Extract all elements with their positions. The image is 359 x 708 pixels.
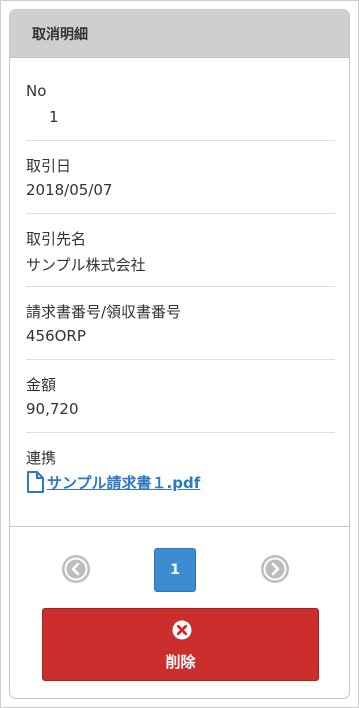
card-title: 取消明細: [32, 26, 88, 43]
detail-fields: No 1 取引日 2018/05/07 取引先名 サンプル株式会社 請求書番号/…: [26, 68, 335, 506]
field-transaction-date: 取引日 2018/05/07: [26, 141, 335, 214]
field-link: 連携 サンプル請求書１.pdf: [26, 433, 335, 506]
field-label-partner-name: 取引先名: [26, 230, 87, 248]
chevron-right-circle-icon: [261, 555, 289, 583]
card-header: 取消明細: [10, 10, 349, 58]
attached-file-name[interactable]: サンプル請求書１.pdf: [47, 472, 200, 493]
file-icon: [27, 471, 44, 493]
field-no: No 1: [26, 68, 335, 141]
chevron-left-circle-icon: [62, 555, 90, 583]
detail-card: 取消明細 No 1 取引日 2018/05/07 取引先名 サンプル株式会社 請…: [9, 9, 350, 699]
page-number-label: 1: [170, 562, 180, 578]
delete-button[interactable]: 削除: [42, 608, 319, 681]
screen-frame: 取消明細 No 1 取引日 2018/05/07 取引先名 サンプル株式会社 請…: [0, 0, 359, 708]
attached-file-link[interactable]: サンプル請求書１.pdf: [26, 471, 200, 493]
field-label-link: 連携: [26, 449, 57, 467]
field-amount: 金額 90,720: [26, 360, 335, 433]
field-value-amount: 90,720: [26, 400, 79, 418]
field-label-transaction-date: 取引日: [26, 157, 72, 175]
pager-prev-button[interactable]: [61, 554, 91, 584]
field-label-no: No: [26, 82, 47, 100]
field-partner-name: 取引先名 サンプル株式会社: [26, 214, 335, 287]
field-value-no: 1: [49, 108, 59, 126]
field-label-amount: 金額: [26, 376, 57, 394]
page-number-button[interactable]: 1: [154, 548, 196, 592]
field-label-invoice-number: 請求書番号/領収書番号: [26, 303, 182, 321]
pager-next-button[interactable]: [260, 554, 290, 584]
field-value-invoice-number: 456ORP: [26, 327, 86, 345]
delete-button-label: 削除: [165, 653, 196, 671]
field-value-partner-name: サンプル株式会社: [26, 256, 146, 274]
close-circle-icon: [172, 620, 192, 640]
field-value-transaction-date: 2018/05/07: [26, 181, 113, 199]
card-footer: 1 削除: [10, 526, 349, 698]
field-invoice-number: 請求書番号/領収書番号 456ORP: [26, 287, 335, 360]
